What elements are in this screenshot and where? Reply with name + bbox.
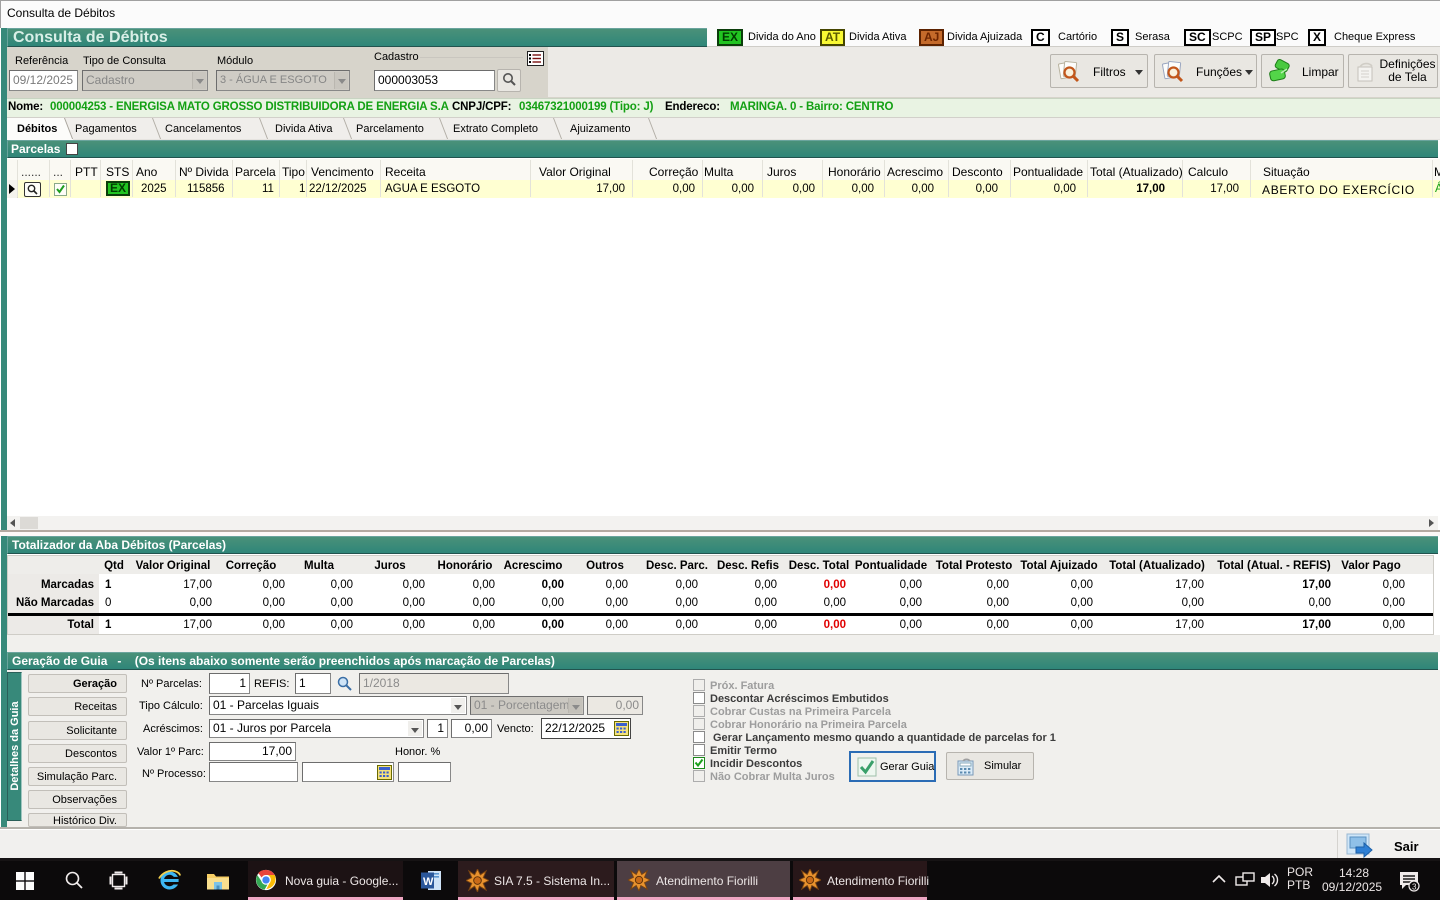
svg-text:W: W	[423, 876, 434, 888]
svg-text:3: 3	[1412, 883, 1417, 892]
